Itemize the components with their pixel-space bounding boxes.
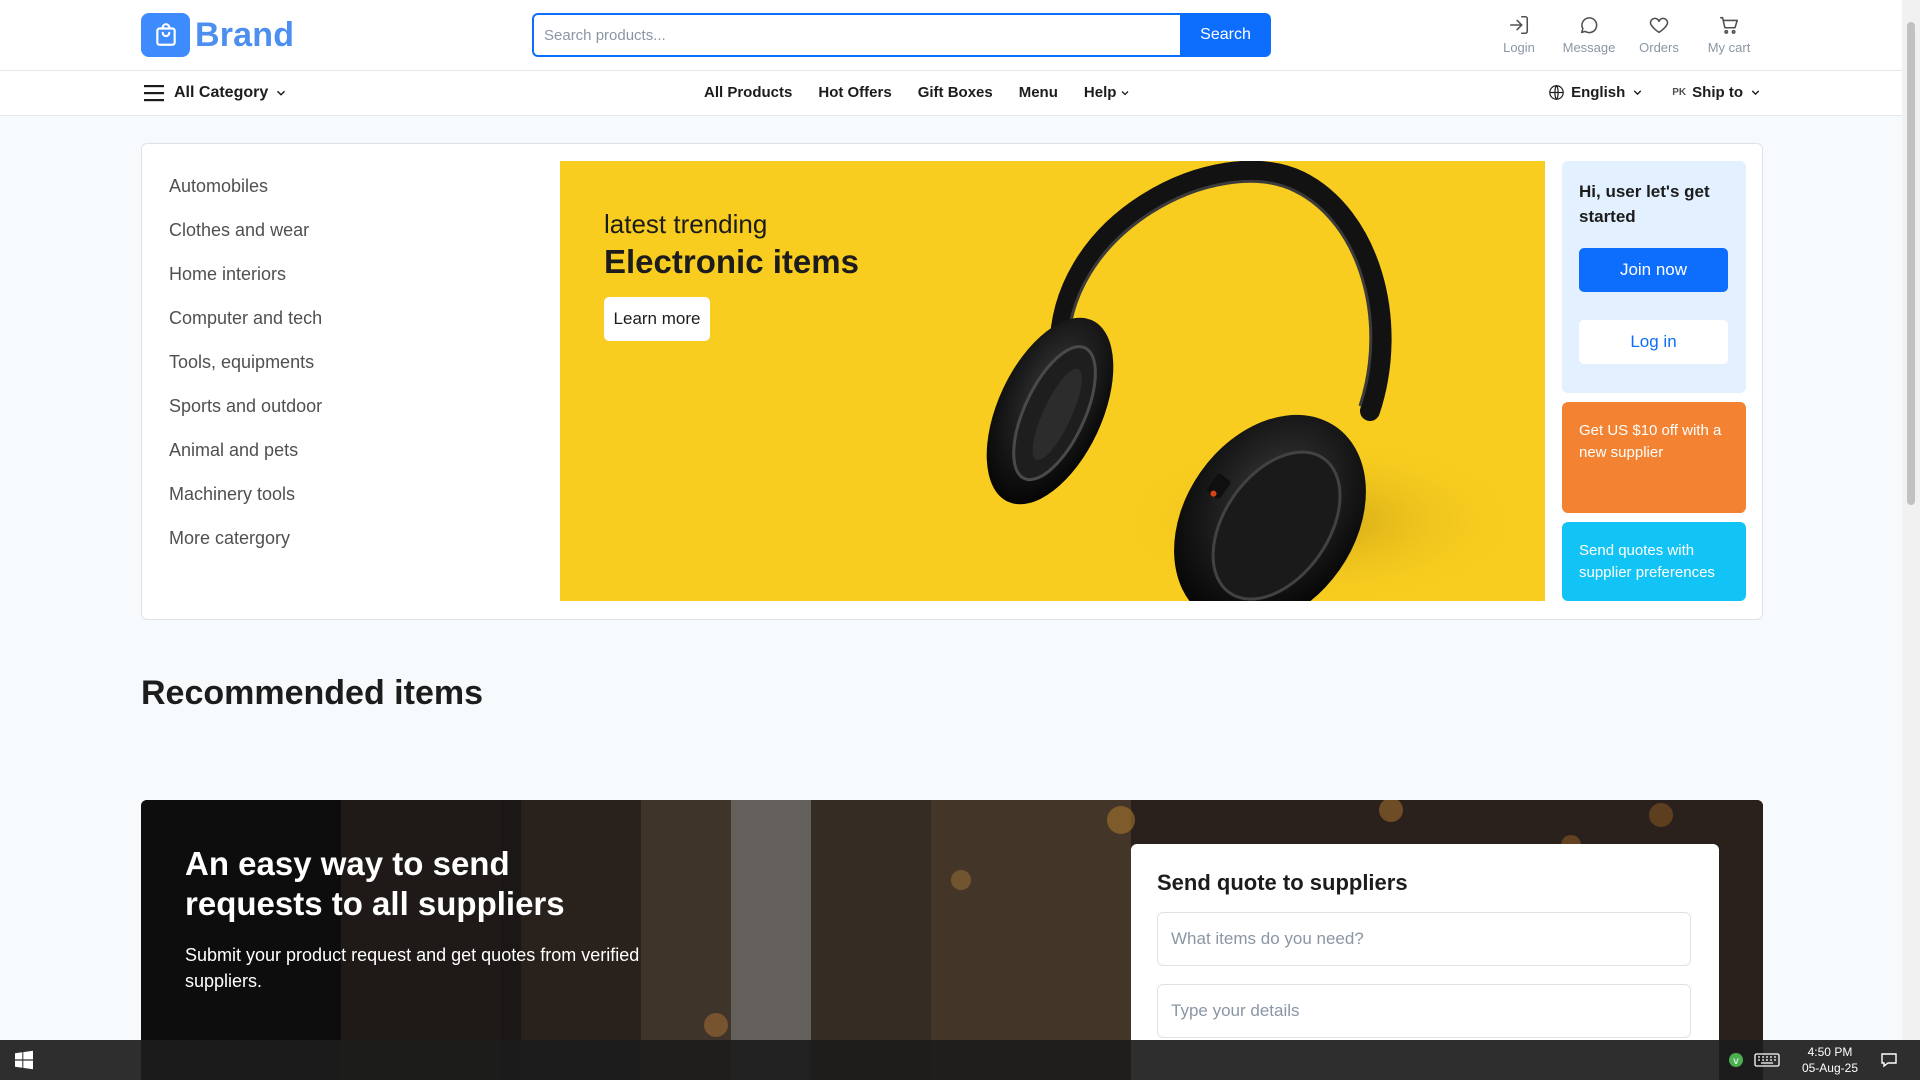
main-nav: All Category All Products Hot Offers Gif… xyxy=(0,71,1902,116)
category-item[interactable]: Sports and outdoor xyxy=(169,392,322,436)
orders-action[interactable]: Orders xyxy=(1624,14,1694,55)
all-category-label: All Category xyxy=(174,84,269,101)
nav-all-products[interactable]: All Products xyxy=(704,84,792,101)
hamburger-icon xyxy=(144,85,164,102)
country-code: PK xyxy=(1672,87,1687,98)
quote-section: An easy way to send requests to all supp… xyxy=(141,800,1763,1080)
svg-text:v: v xyxy=(1733,1056,1739,1067)
nav-help-label: Help xyxy=(1083,84,1117,101)
nav-hot-offers[interactable]: Hot Offers xyxy=(818,84,891,101)
message-action[interactable]: Message xyxy=(1554,14,1624,55)
join-now-button[interactable]: Join now xyxy=(1579,248,1728,292)
brand-logo[interactable]: Brand xyxy=(141,13,294,57)
category-item[interactable]: Home interiors xyxy=(169,260,322,304)
page-scrollbar[interactable] xyxy=(1902,0,1920,1040)
items-needed-input[interactable] xyxy=(1157,912,1691,966)
ship-to-selector[interactable]: PK Ship to xyxy=(1672,84,1762,101)
nav-menu[interactable]: Menu xyxy=(1019,84,1058,101)
scrollbar-thumb[interactable] xyxy=(1907,22,1915,505)
cart-label: My cart xyxy=(1707,40,1751,55)
message-label: Message xyxy=(1562,40,1616,55)
system-tray: v 4:50 PM 05-Aug-25 xyxy=(1718,1040,1920,1080)
login-action[interactable]: Login xyxy=(1484,14,1554,55)
hero-subtitle: latest trending xyxy=(604,209,768,239)
user-card: Hi, user let's get started Join now Log … xyxy=(1562,161,1746,393)
search-bar: Search xyxy=(532,13,1271,57)
language-selector[interactable]: English xyxy=(1548,84,1644,101)
recommended-title: Recommended items xyxy=(141,674,483,712)
hero-banner: latest trending Electronic items Learn m… xyxy=(560,161,1545,601)
clock-time: 4:50 PM xyxy=(1807,1045,1853,1059)
site-header: Brand Search Login Message Orders My car… xyxy=(0,0,1902,71)
search-button[interactable]: Search xyxy=(1180,13,1271,57)
category-item[interactable]: Clothes and wear xyxy=(169,216,322,260)
globe-icon xyxy=(1549,84,1564,101)
category-item[interactable]: More catergory xyxy=(169,524,322,568)
hero-title: Electronic items xyxy=(604,243,859,280)
nav-gift-boxes[interactable]: Gift Boxes xyxy=(918,84,993,101)
chevron-down-icon xyxy=(1751,90,1760,96)
search-input[interactable] xyxy=(532,13,1180,57)
language-label: English xyxy=(1571,84,1626,101)
windows-start-icon[interactable] xyxy=(14,1050,34,1070)
chevron-down-icon xyxy=(277,90,286,96)
log-in-button[interactable]: Log in xyxy=(1579,320,1728,364)
quote-description: Submit your product request and get quot… xyxy=(185,945,640,991)
side-column: Hi, user let's get started Join now Log … xyxy=(1562,161,1746,601)
notification-icon[interactable] xyxy=(1880,1051,1898,1069)
nav-links: All Products Hot Offers Gift Boxes Menu … xyxy=(704,84,1131,101)
cart-icon xyxy=(1719,16,1739,34)
ship-to-label: Ship to xyxy=(1692,84,1743,101)
category-item[interactable]: Computer and tech xyxy=(169,304,322,348)
orders-label: Orders xyxy=(1639,40,1679,55)
main-panel: Automobiles Clothes and wear Home interi… xyxy=(141,143,1763,620)
login-icon xyxy=(1509,15,1529,35)
message-icon xyxy=(1580,17,1598,34)
login-label: Login xyxy=(1503,40,1535,55)
brand-name: Brand xyxy=(195,15,295,54)
chevron-down-icon xyxy=(1634,90,1642,96)
headphones-image xyxy=(986,161,1530,601)
shopping-bag-icon xyxy=(141,13,190,57)
promo-send-quotes[interactable]: Send quotes with supplier preferences xyxy=(1562,522,1746,601)
quote-title: An easy way to send requests to all supp… xyxy=(185,845,565,922)
clock-date: 05-Aug-25 xyxy=(1801,1061,1858,1075)
keyboard-icon[interactable] xyxy=(1754,1052,1780,1068)
app-tray-icon[interactable]: v xyxy=(1728,1052,1744,1068)
user-greeting: Hi, user let's get started xyxy=(1579,182,1710,226)
category-list: Automobiles Clothes and wear Home interi… xyxy=(169,172,322,568)
header-actions: Login Message Orders My cart xyxy=(1484,14,1764,55)
quote-form-title: Send quote to suppliers xyxy=(1157,870,1408,895)
category-item[interactable]: Automobiles xyxy=(169,172,322,216)
category-item[interactable]: Machinery tools xyxy=(169,480,322,524)
chevron-down-icon xyxy=(1121,90,1129,95)
nav-help[interactable]: Help xyxy=(1084,84,1132,101)
taskbar-clock[interactable]: 4:50 PM 05-Aug-25 xyxy=(1802,1044,1858,1076)
heart-icon xyxy=(1649,17,1669,34)
learn-more-button[interactable]: Learn more xyxy=(604,297,710,341)
cart-action[interactable]: My cart xyxy=(1694,14,1764,55)
os-taskbar: v 4:50 PM 05-Aug-25 xyxy=(0,1040,1920,1080)
category-item[interactable]: Animal and pets xyxy=(169,436,322,480)
category-item[interactable]: Tools, equipments xyxy=(169,348,322,392)
details-input[interactable] xyxy=(1157,984,1691,1038)
nav-right: English PK Ship to xyxy=(1548,84,1762,101)
promo-supplier-discount[interactable]: Get US $10 off with a new supplier xyxy=(1562,402,1746,513)
all-category-menu[interactable]: All Category xyxy=(144,84,296,102)
